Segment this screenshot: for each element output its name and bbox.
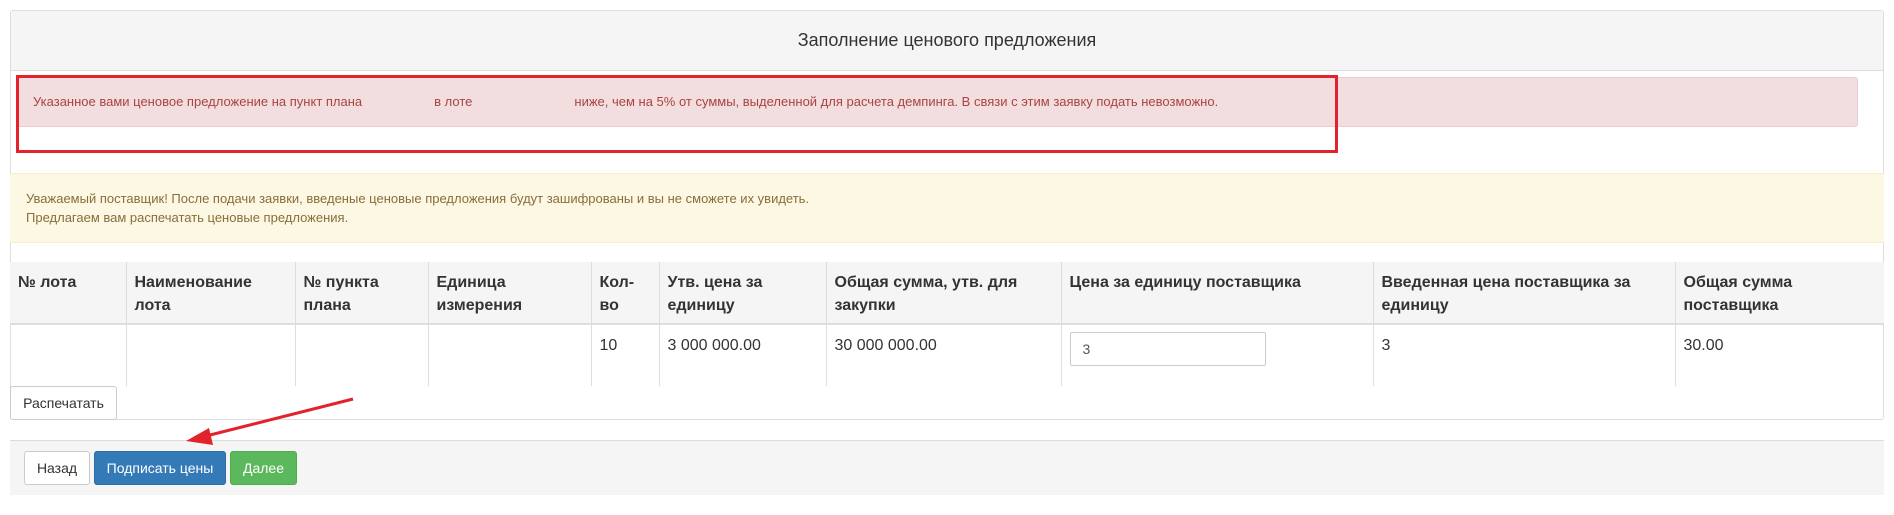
supplier-unit-price-input[interactable] [1069, 332, 1266, 366]
cell-lot-no [10, 324, 126, 386]
error-text-part1: Указанное вами ценовое предложение на пу… [33, 94, 363, 109]
next-button[interactable]: Далее [230, 451, 297, 485]
cell-plan-item-no [294, 324, 428, 386]
cell-unit [427, 324, 591, 386]
sign-prices-button[interactable]: Подписать цены [94, 451, 226, 485]
table-header-row: № лота Наименование лота № пункта плана … [10, 262, 1884, 325]
encryption-warning-alert: Уважаемый поставщик! После подачи заявки… [10, 173, 1884, 243]
cell-supplier-total: 30.00 [1674, 324, 1884, 386]
header-quantity: Кол-во [590, 262, 659, 325]
cell-lot-name [125, 324, 295, 386]
price-table: № лота Наименование лота № пункта плана … [10, 262, 1884, 386]
cell-quantity: 10 [590, 324, 659, 386]
header-unit: Единица измерения [427, 262, 591, 325]
warning-line-1: Уважаемый поставщик! После подачи заявки… [26, 191, 810, 206]
header-supplier-total: Общая сумма поставщика [1674, 262, 1884, 325]
cell-supplier-unit-price [1060, 324, 1373, 386]
header-supplier-unit-price: Цена за единицу поставщика [1060, 262, 1373, 325]
header-approved-unit-price: Утв. цена за единицу [658, 262, 826, 325]
back-button[interactable]: Назад [24, 451, 90, 485]
cell-entered-supplier-price: 3 [1372, 324, 1675, 386]
cell-approved-total: 30 000 000.00 [825, 324, 1061, 386]
error-text-part3: ниже, чем на 5% от суммы, выделенной для… [574, 94, 1219, 109]
print-button[interactable]: Распечатать [10, 386, 117, 420]
dumping-error-alert: Указанное вами ценовое предложение на пу… [16, 77, 1858, 127]
table-row: 10 3 000 000.00 30 000 000.00 3 30.00 [10, 324, 1884, 386]
header-lot-no: № лота [10, 262, 126, 325]
header-plan-item-no: № пункта плана [294, 262, 428, 325]
header-entered-supplier-price: Введенная цена поставщика за единицу [1372, 262, 1675, 325]
cell-approved-unit-price: 3 000 000.00 [658, 324, 826, 386]
header-approved-total: Общая сумма, утв. для закупки [825, 262, 1061, 325]
error-text-part2: в лоте [434, 94, 473, 109]
header-lot-name: Наименование лота [125, 262, 295, 325]
warning-line-2: Предлагаем вам распечатать ценовые предл… [26, 210, 349, 225]
panel-title: Заполнение ценового предложения [11, 11, 1883, 71]
